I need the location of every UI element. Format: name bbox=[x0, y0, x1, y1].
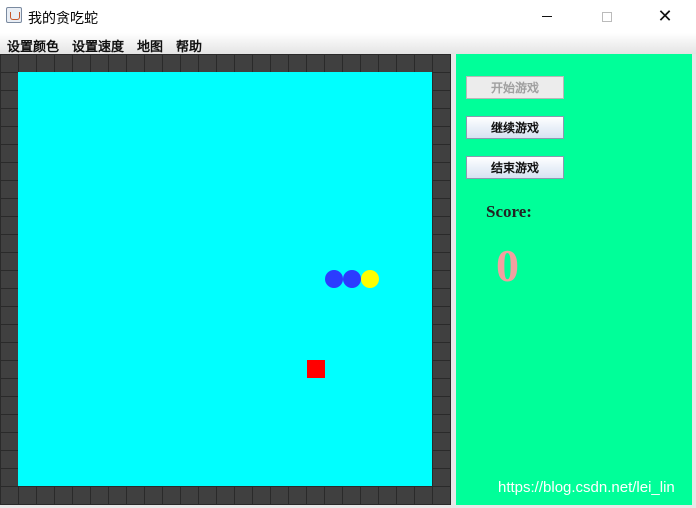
continue-game-button[interactable]: 继续游戏 bbox=[466, 116, 564, 139]
menu-bar: 设置颜色 设置速度 地图 帮助 bbox=[0, 33, 696, 55]
watermark-text: https://blog.csdn.net/lei_lin bbox=[498, 479, 675, 496]
menu-set-color[interactable]: 设置颜色 bbox=[7, 36, 59, 55]
close-icon: ✕ bbox=[657, 6, 673, 27]
close-button[interactable]: ✕ bbox=[642, 0, 688, 33]
title-bar: 我的贪吃蛇 ✕ bbox=[0, 0, 696, 33]
control-panel: 开始游戏 继续游戏 结束游戏 Score: 0 bbox=[456, 54, 692, 505]
score-label: Score: bbox=[486, 202, 532, 221]
start-game-button[interactable]: 开始游戏 bbox=[466, 76, 564, 99]
minimize-icon bbox=[542, 16, 552, 17]
maximize-icon bbox=[602, 11, 612, 22]
window-right-border bbox=[692, 54, 696, 508]
score-value: 0 bbox=[496, 240, 519, 291]
minimize-button[interactable] bbox=[524, 0, 570, 33]
java-cup-icon bbox=[6, 7, 22, 23]
snake-body-segment bbox=[325, 270, 343, 288]
snake-head bbox=[361, 270, 379, 288]
menu-help[interactable]: 帮助 bbox=[176, 36, 202, 55]
snake-body-segment bbox=[343, 270, 361, 288]
game-board bbox=[0, 54, 451, 505]
end-game-button[interactable]: 结束游戏 bbox=[466, 156, 564, 179]
menu-set-speed[interactable]: 设置速度 bbox=[72, 36, 124, 55]
food-block bbox=[307, 360, 325, 378]
menu-map[interactable]: 地图 bbox=[137, 36, 163, 55]
maximize-button[interactable] bbox=[584, 0, 630, 33]
play-field bbox=[18, 72, 432, 486]
window-title: 我的贪吃蛇 bbox=[28, 11, 98, 27]
